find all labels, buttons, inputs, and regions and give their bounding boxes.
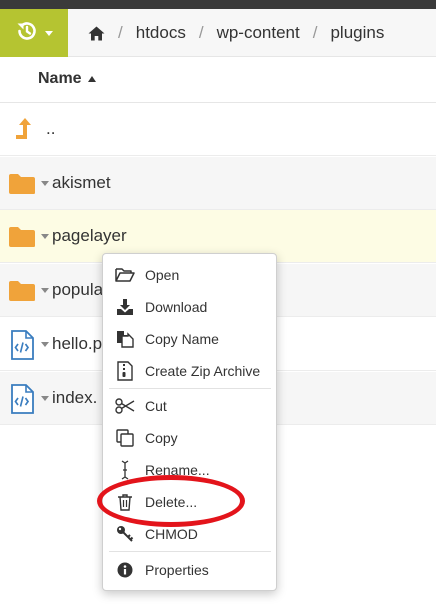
breadcrumb: / htdocs / wp-content / plugins: [68, 9, 384, 57]
menu-divider: [109, 551, 271, 552]
sort-ascending-icon: [87, 76, 96, 82]
file-name: akismet: [52, 173, 111, 192]
menu-item-label: Cut: [145, 398, 167, 414]
folder-icon: [7, 169, 37, 199]
file-name: popula: [52, 280, 104, 299]
name-column-header[interactable]: Name: [38, 70, 96, 88]
code-file-icon: [7, 330, 37, 360]
list-item-parent[interactable]: ..: [0, 103, 436, 156]
folder-open-icon: [115, 265, 135, 285]
key-icon: [115, 524, 135, 544]
menu-item-cut[interactable]: Cut: [103, 391, 276, 421]
breadcrumb-item-wp-content[interactable]: wp-content: [217, 23, 300, 43]
menu-divider: [109, 388, 271, 389]
menu-item-label: Download: [145, 299, 208, 315]
info-icon: [115, 560, 135, 580]
menu-item-chmod[interactable]: CHMOD: [103, 519, 276, 549]
menu-item-label: Delete...: [145, 494, 198, 510]
menu-item-label: Properties: [145, 562, 209, 578]
breadcrumb-separator: /: [198, 23, 204, 42]
file-list-header: Name: [0, 58, 436, 103]
breadcrumb-item-htdocs[interactable]: htdocs: [136, 23, 186, 43]
folder-icon: [7, 222, 37, 252]
breadcrumb-separator: /: [312, 23, 318, 42]
home-icon[interactable]: [88, 26, 105, 41]
context-menu: Open Download Copy Name Create Zip Archi…: [102, 253, 277, 591]
menu-item-label: Copy: [145, 430, 178, 446]
breadcrumb-separator: /: [118, 23, 123, 42]
history-button[interactable]: [0, 9, 68, 57]
list-item-akismet[interactable]: akismet: [0, 157, 436, 210]
row-dropdown-icon[interactable]: [41, 181, 49, 186]
menu-item-delete[interactable]: Delete...: [103, 487, 276, 517]
download-icon: [115, 297, 135, 317]
row-dropdown-icon[interactable]: [41, 234, 49, 239]
breadcrumb-item-plugins[interactable]: plugins: [330, 23, 384, 43]
copy-icon: [115, 428, 135, 448]
menu-item-label: Create Zip Archive: [145, 363, 261, 379]
menu-item-download[interactable]: Download: [103, 292, 276, 322]
menu-item-create-zip[interactable]: Create Zip Archive: [103, 356, 276, 386]
folder-icon: [7, 276, 37, 306]
zip-file-icon: [115, 361, 135, 381]
menu-item-label: Open: [145, 267, 180, 283]
scissors-icon: [115, 396, 135, 416]
menu-item-copy-name[interactable]: Copy Name: [103, 324, 276, 354]
file-name: ..: [46, 119, 56, 138]
row-dropdown-icon[interactable]: [41, 288, 49, 293]
file-name: pagelayer: [52, 226, 127, 245]
level-up-icon: [7, 115, 37, 145]
file-name: index.: [52, 388, 98, 407]
menu-item-label: Copy Name: [145, 331, 219, 347]
menu-item-label: Rename...: [145, 462, 210, 478]
text-cursor-icon: [115, 460, 135, 480]
menu-item-properties[interactable]: Properties: [103, 555, 276, 585]
menu-item-copy[interactable]: Copy: [103, 423, 276, 453]
window-top-strip: [0, 0, 436, 9]
toolbar: / htdocs / wp-content / plugins: [0, 9, 436, 57]
file-name: hello.p: [52, 334, 103, 353]
row-dropdown-icon[interactable]: [41, 396, 49, 401]
row-dropdown-icon[interactable]: [41, 342, 49, 347]
trash-icon: [115, 492, 135, 512]
history-icon: [15, 19, 39, 48]
chevron-down-icon: [45, 30, 53, 36]
menu-item-rename[interactable]: Rename...: [103, 455, 276, 485]
code-file-icon: [7, 384, 37, 414]
copy-name-icon: [115, 329, 135, 349]
name-column-label: Name: [38, 70, 82, 87]
menu-item-open[interactable]: Open: [103, 260, 276, 290]
menu-item-label: CHMOD: [145, 526, 198, 542]
